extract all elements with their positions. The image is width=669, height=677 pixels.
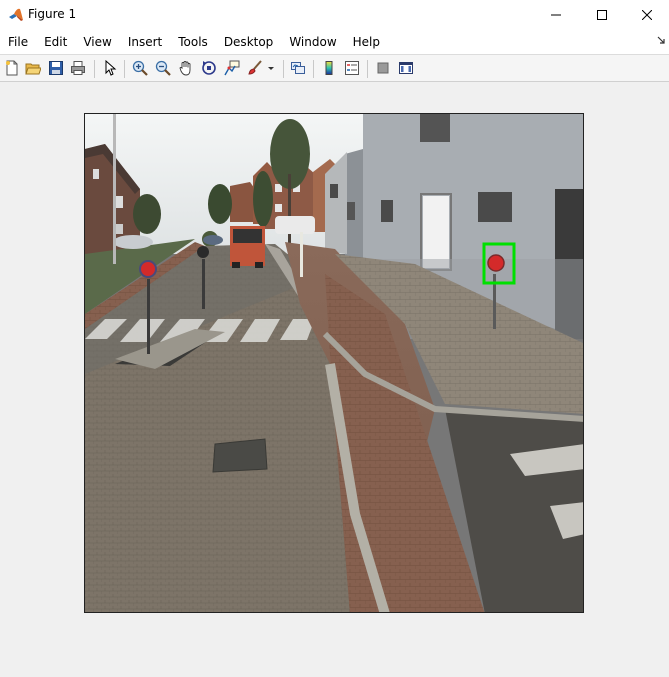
menu-insert[interactable]: Insert [120,30,170,54]
toolbar-separator [283,60,284,78]
legend-icon[interactable] [343,59,361,77]
toolbar-separator [367,60,368,78]
save-icon[interactable] [47,59,65,77]
title-bar[interactable]: Figure 1 [0,0,669,30]
menu-file[interactable]: File [0,30,36,54]
show-plot-tools-icon[interactable] [397,59,415,77]
print-icon[interactable] [69,59,87,77]
menu-help[interactable]: Help [345,30,388,54]
brush-icon[interactable] [246,59,264,77]
new-figure-icon[interactable] [3,59,21,77]
window-title: Figure 1 [28,7,77,21]
colorbar-icon[interactable] [320,59,338,77]
maximize-icon [597,10,607,20]
close-button[interactable] [625,0,669,30]
link-plot-icon[interactable] [289,59,307,77]
select-arrow-icon[interactable] [101,59,119,77]
pan-hand-icon[interactable] [177,59,195,77]
menu-tools[interactable]: Tools [170,30,216,54]
brush-dropdown-icon[interactable] [266,59,276,77]
street-scene-image [85,114,583,612]
minimize-button[interactable] [533,0,579,30]
menu-edit[interactable]: Edit [36,30,75,54]
maximize-button[interactable] [579,0,625,30]
figure-axes[interactable] [84,113,584,613]
hide-plot-tools-icon[interactable] [374,59,392,77]
menu-window[interactable]: Window [281,30,344,54]
toolbar-separator [124,60,125,78]
open-file-icon[interactable] [24,59,42,77]
toolbar-separator [313,60,314,78]
figure-toolbar [0,54,669,82]
dock-figure-icon[interactable] [657,36,665,47]
rotate-3d-icon[interactable] [200,59,218,77]
menu-desktop[interactable]: Desktop [216,30,282,54]
matlab-logo-icon [8,7,24,23]
zoom-in-icon[interactable] [131,59,149,77]
zoom-out-icon[interactable] [154,59,172,77]
menu-view[interactable]: View [75,30,119,54]
close-icon [642,10,652,20]
menu-bar: File Edit View Insert Tools Desktop Wind… [0,30,669,54]
matlab-figure-window: Figure 1 File Edit View Insert Tools Des… [0,0,669,677]
data-cursor-icon[interactable] [223,59,241,77]
toolbar-separator [94,60,95,78]
minimize-icon [551,14,561,16]
